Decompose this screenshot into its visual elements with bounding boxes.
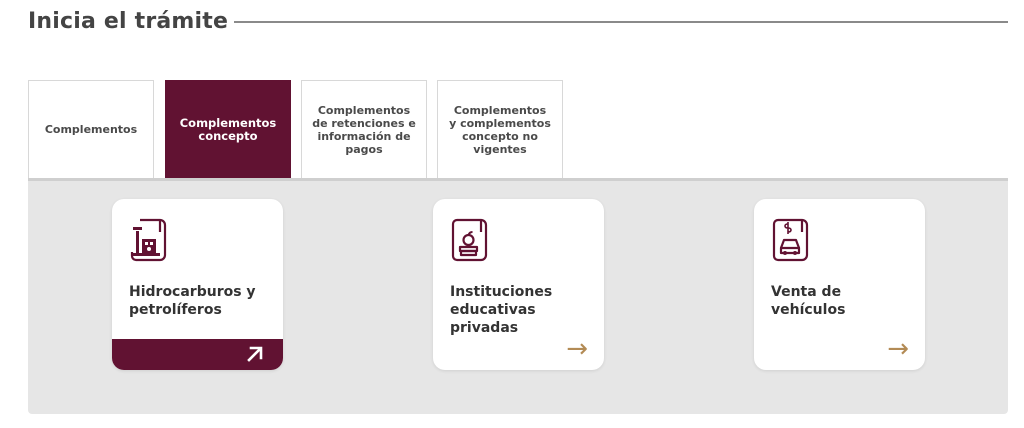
tab-complementos-retenciones[interactable]: Complementos de retenciones e informació… — [301, 80, 427, 178]
oil-refinery-document-icon — [130, 218, 167, 262]
apple-books-document-icon — [451, 218, 488, 262]
tab-label: Complementos y complementos concepto no … — [449, 103, 551, 156]
tab-label: Complementos concepto — [179, 115, 277, 143]
card-label: Hidrocarburos y petrolíferos — [129, 284, 256, 318]
page-title: Inicia el trámite — [28, 9, 229, 34]
card-instituciones-educativas[interactable]: Instituciones educativas privadas → — [433, 199, 604, 370]
tab-label: Complementos de retenciones e informació… — [312, 103, 416, 156]
tab-complementos-concepto[interactable]: Complementos concepto — [165, 80, 291, 178]
car-dollar-document-icon — [772, 218, 809, 262]
tab-label: Complementos — [44, 123, 138, 136]
section-header: Inicia el trámite — [28, 8, 1008, 38]
card-label: Instituciones educativas privadas — [450, 284, 553, 336]
external-link-arrow-icon — [247, 346, 263, 362]
tab-complementos[interactable]: Complementos — [28, 80, 154, 178]
card-venta-vehiculos[interactable]: Venta de vehículos → — [754, 199, 925, 370]
card-label: Venta de vehículos — [771, 284, 846, 318]
right-arrow-icon: → — [887, 334, 909, 364]
card-footer — [112, 339, 283, 370]
title-divider — [234, 21, 1008, 23]
right-arrow-icon: → — [566, 334, 588, 364]
card-hidrocarburos[interactable]: Hidrocarburos y petrolíferos — [112, 199, 283, 370]
tab-panel: Hidrocarburos y petrolíferos Institucion… — [28, 178, 1008, 414]
tab-complementos-no-vigentes[interactable]: Complementos y complementos concepto no … — [437, 80, 563, 178]
